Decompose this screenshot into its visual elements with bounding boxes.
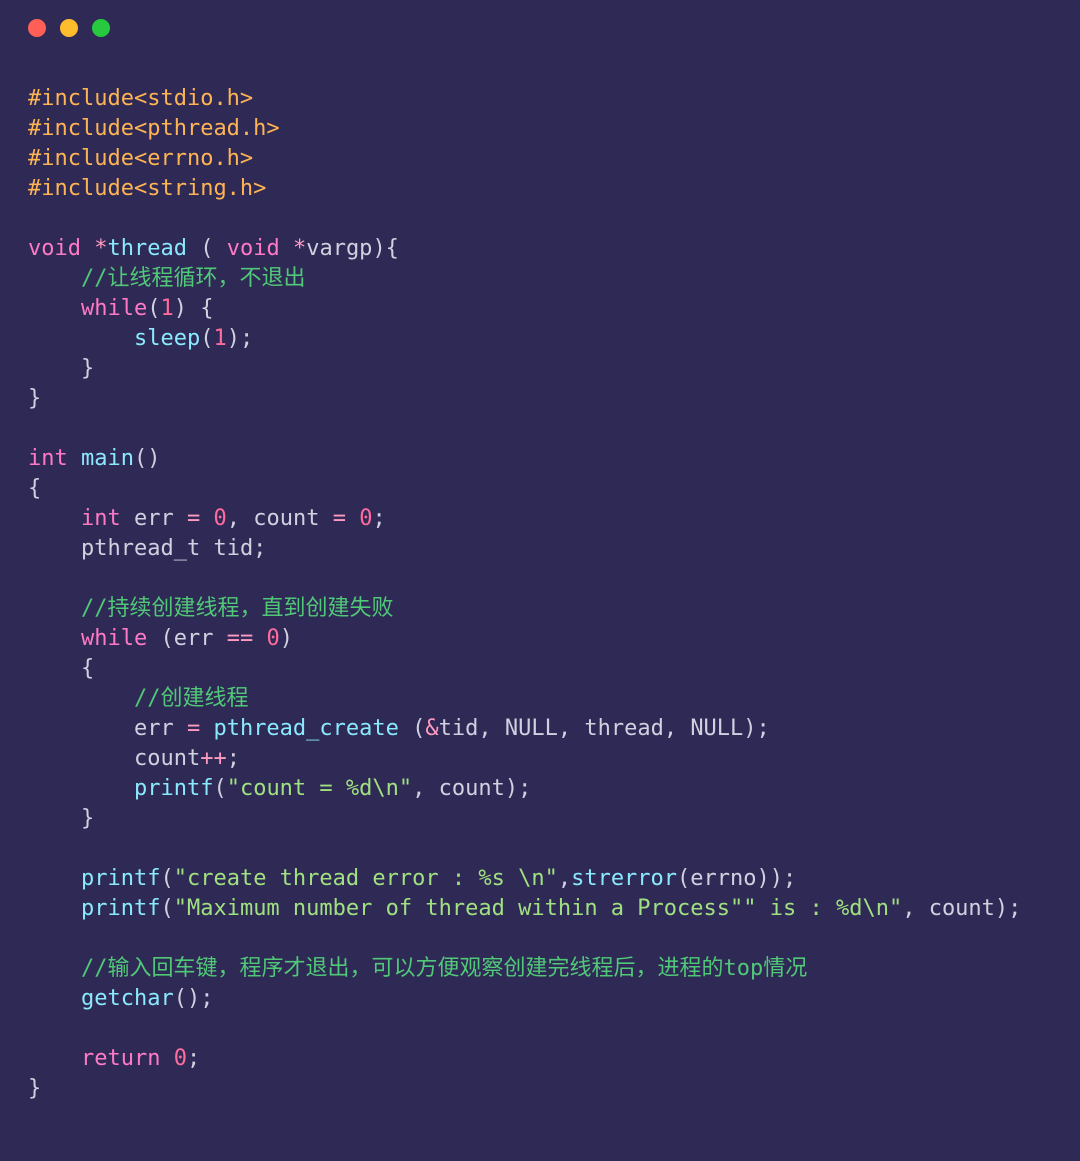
close-icon[interactable] — [28, 19, 46, 37]
expr: (err — [147, 626, 226, 651]
fn-thread: thread — [107, 236, 186, 261]
punc: ( — [399, 716, 426, 741]
punc: ){ — [372, 236, 399, 261]
punc: ) — [280, 626, 293, 651]
comment: //让线程循环，不退出 — [81, 266, 306, 291]
punc: ( — [200, 326, 213, 351]
preproc-include: #include — [28, 86, 134, 111]
args: tid, — [439, 716, 505, 741]
preproc-header: <errno.h> — [134, 146, 253, 171]
const-null: NULL — [505, 716, 558, 741]
num-literal: 0 — [266, 626, 279, 651]
args: , count); — [412, 776, 531, 801]
punc: ; — [187, 1046, 200, 1071]
window-titlebar — [0, 0, 1080, 56]
id-err: err — [121, 506, 187, 531]
num-literal: 0 — [174, 1046, 187, 1071]
punc: ); — [227, 326, 254, 351]
num-literal: 1 — [160, 296, 173, 321]
preproc-include: #include — [28, 146, 134, 171]
punc: ; — [372, 506, 385, 531]
zoom-icon[interactable] — [92, 19, 110, 37]
type-pthread-t: pthread_t — [81, 536, 200, 561]
num-literal: 0 — [213, 506, 226, 531]
punc: ; — [227, 746, 240, 771]
const-null: NULL — [690, 716, 743, 741]
num-literal: 1 — [213, 326, 226, 351]
op-assign: = — [187, 716, 214, 741]
num-literal: 0 — [359, 506, 372, 531]
minimize-icon[interactable] — [60, 19, 78, 37]
id-vargp: vargp — [306, 236, 372, 261]
brace-open: { — [28, 476, 41, 501]
op-eqeq: == — [227, 626, 267, 651]
code-block: #include<stdio.h> #include<pthread.h> #i… — [0, 56, 1080, 1104]
op-assign: = — [187, 506, 214, 531]
fn-getchar: getchar — [81, 986, 174, 1011]
punc: (); — [174, 986, 214, 1011]
args: (errno)); — [677, 866, 796, 891]
op-assign: = — [333, 506, 360, 531]
punc: ( — [213, 776, 226, 801]
op-inc: ++ — [200, 746, 227, 771]
brace-close: } — [81, 806, 94, 831]
preproc-header: <string.h> — [134, 176, 266, 201]
id-err: err — [134, 716, 187, 741]
string-literal: "Maximum number of thread within a Proce… — [174, 896, 902, 921]
fn-printf: printf — [81, 866, 160, 891]
op-star: * — [94, 236, 107, 261]
code-window: #include<stdio.h> #include<pthread.h> #i… — [0, 0, 1080, 1161]
space — [160, 1046, 173, 1071]
kw-while: while — [81, 296, 147, 321]
id-count: , count — [227, 506, 333, 531]
type-void: void — [28, 236, 81, 261]
comment: //创建线程 — [134, 686, 249, 711]
brace-close: } — [81, 356, 94, 381]
args: , thread, — [558, 716, 690, 741]
brace-open: { — [81, 656, 94, 681]
punc: ( — [187, 236, 227, 261]
fn-strerror: strerror — [571, 866, 677, 891]
id-tid: tid; — [200, 536, 266, 561]
comment: //输入回车键，程序才退出，可以方便观察创建完线程后，进程的top情况 — [81, 956, 807, 981]
preproc-include: #include — [28, 116, 134, 141]
punc: ( — [147, 296, 160, 321]
preproc-header: <pthread.h> — [134, 116, 280, 141]
fn-sleep: sleep — [134, 326, 200, 351]
string-literal: "create thread error : %s \n" — [174, 866, 558, 891]
args: , count); — [902, 896, 1021, 921]
fn-pthread-create: pthread_create — [213, 716, 398, 741]
comment: //持续创建线程，直到创建失败 — [81, 596, 394, 621]
preproc-header: <stdio.h> — [134, 86, 253, 111]
op-star: * — [280, 236, 307, 261]
type-void: void — [227, 236, 280, 261]
kw-return: return — [81, 1046, 160, 1071]
punc: ( — [160, 866, 173, 891]
punc: ) { — [174, 296, 214, 321]
string-literal: "count = %d\n" — [227, 776, 412, 801]
kw-while: while — [81, 626, 147, 651]
type-int: int — [81, 506, 121, 531]
fn-printf: printf — [81, 896, 160, 921]
op-amp: & — [425, 716, 438, 741]
brace-close: } — [28, 386, 41, 411]
brace-close: } — [28, 1076, 41, 1101]
preproc-include: #include — [28, 176, 134, 201]
fn-printf: printf — [134, 776, 213, 801]
type-int: int — [28, 446, 68, 471]
punc: , — [558, 866, 571, 891]
punc: () — [134, 446, 161, 471]
punc: ); — [743, 716, 770, 741]
fn-main: main — [81, 446, 134, 471]
id-count: count — [134, 746, 200, 771]
punc: ( — [160, 896, 173, 921]
